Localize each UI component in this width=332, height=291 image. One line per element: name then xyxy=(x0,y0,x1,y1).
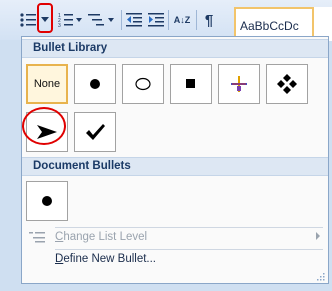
bullet-list-icon xyxy=(20,13,36,27)
show-formatting-marks-button[interactable]: ¶ xyxy=(199,8,219,32)
bullet-crosshair-option[interactable] xyxy=(218,64,260,104)
bullet-checkmark-option[interactable] xyxy=(74,112,116,152)
decrease-indent-button[interactable] xyxy=(124,8,144,32)
submenu-arrow-icon xyxy=(316,232,320,240)
ribbon-separator xyxy=(121,10,122,30)
ribbon-separator xyxy=(168,10,169,30)
document-bullets-header: Document Bullets xyxy=(22,157,328,176)
hollow-circle-bullet-icon xyxy=(135,77,151,91)
multilevel-list-icon xyxy=(88,14,114,26)
increase-indent-icon xyxy=(148,13,164,27)
change-list-level-item[interactable]: Change List Level xyxy=(22,226,328,248)
bullet-filled-square-option[interactable] xyxy=(170,64,212,104)
bullets-dropdown-highlight xyxy=(37,3,53,33)
ribbon-toolbar: 1 2 3 A↓Z ¶ AaBbCcDc xyxy=(0,0,332,41)
resize-grip-icon[interactable] xyxy=(317,273,325,281)
filled-square-bullet-icon xyxy=(186,79,195,88)
svg-text:3: 3 xyxy=(58,23,61,28)
bullet-four-diamonds-option[interactable] xyxy=(266,64,308,104)
ribbon-separator xyxy=(196,10,197,30)
style-preview-text: AaBbCcDc xyxy=(240,19,299,33)
bullets-dropdown-menu: Bullet Library None Document Bullets Cha… xyxy=(21,36,329,284)
increase-indent-button[interactable] xyxy=(146,8,166,32)
bullet-none-option[interactable]: None xyxy=(26,64,68,104)
arrowhead-highlight-ring xyxy=(22,107,66,145)
bullet-filled-circle-option[interactable] xyxy=(74,64,116,104)
numbered-list-icon: 1 2 3 xyxy=(58,13,82,28)
define-new-bullet-label: Define New Bullet... xyxy=(55,253,156,265)
filled-circle-bullet-icon xyxy=(90,79,100,89)
pilcrow-icon: ¶ xyxy=(204,11,214,29)
define-new-bullet-item[interactable]: Define New Bullet... xyxy=(22,248,328,270)
numbering-button[interactable]: 1 2 3 xyxy=(56,8,84,32)
checkmark-bullet-icon xyxy=(86,124,105,140)
none-label: None xyxy=(33,78,61,90)
change-list-level-label: Change List Level xyxy=(55,231,148,243)
four-diamonds-bullet-icon xyxy=(277,74,297,94)
bullets-button[interactable] xyxy=(17,8,39,32)
bullet-library-header: Bullet Library xyxy=(22,39,328,58)
decrease-indent-icon xyxy=(126,13,142,27)
sort-button[interactable]: A↓Z xyxy=(171,8,193,32)
bullet-hollow-circle-option[interactable] xyxy=(122,64,164,104)
list-level-icon xyxy=(22,231,52,243)
multilevel-list-button[interactable] xyxy=(86,8,118,32)
sort-icon: A↓Z xyxy=(173,15,191,25)
filled-circle-bullet-icon xyxy=(42,196,52,206)
document-bullet-filled-circle-option[interactable] xyxy=(26,181,68,221)
colored-cross-bullet-icon xyxy=(231,76,247,92)
